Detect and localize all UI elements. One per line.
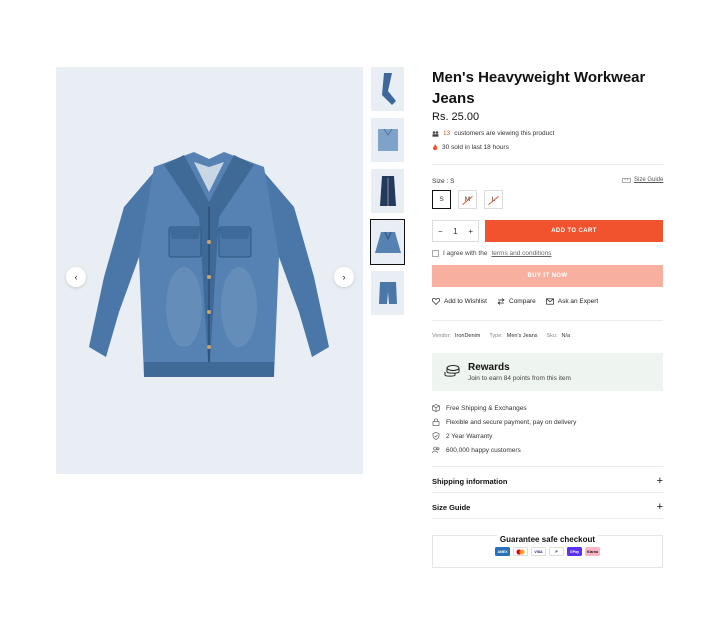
size-guide-link[interactable]: Size Guide (622, 177, 663, 183)
size-option-m[interactable]: M (458, 190, 477, 209)
sold-indicator: 30 sold in last 18 hours (432, 144, 509, 151)
jeans-side-thumb-icon (381, 73, 396, 105)
plus-icon: + (656, 475, 663, 487)
size-option-l[interactable]: L (484, 190, 503, 209)
compare-arrows-icon (497, 298, 505, 305)
payment-methods: AMEX VISA P GPay Klarna (433, 547, 662, 556)
rewards-title: Rewards (468, 362, 510, 373)
viewing-count: 13 (443, 130, 451, 137)
visa-icon: VISA (531, 547, 546, 556)
product-main-image[interactable] (56, 67, 363, 474)
size-label: Size : S (432, 178, 455, 185)
gpay-icon: GPay (567, 547, 582, 556)
rewards-subtitle: Join to earn 84 points from this item (468, 375, 571, 382)
denim-jacket-image (89, 152, 329, 377)
klarna-icon: Klarna (585, 547, 600, 556)
add-to-cart-button[interactable]: ADD TO CART (485, 220, 663, 242)
quantity-stepper: − 1 + (432, 220, 479, 242)
accordion-shipping-information[interactable]: Shipping information + (432, 468, 663, 494)
mail-icon (545, 298, 554, 305)
compare-button[interactable]: Compare (497, 298, 536, 305)
ruler-icon (622, 177, 631, 183)
type-value: Men's Jeans (506, 333, 538, 339)
rewards-banner[interactable]: Rewards Join to earn 84 points from this… (432, 353, 663, 391)
lock-icon (432, 418, 440, 426)
accordion-size-guide[interactable]: Size Guide + (432, 494, 663, 520)
qty-increase-button[interactable]: + (468, 227, 473, 236)
terms-checkbox[interactable] (432, 250, 439, 257)
jacket-folded-thumb-icon (377, 128, 398, 151)
paypal-icon: P (549, 547, 564, 556)
safe-checkout-title: Guarantee safe checkout (433, 535, 662, 544)
gallery-next-button[interactable]: › (334, 267, 354, 287)
amex-icon: AMEX (495, 547, 510, 556)
product-price: Rs. 25.00 (432, 111, 480, 123)
thumbnail-5[interactable] (371, 271, 404, 315)
vendor-value[interactable]: IronDenim (455, 333, 480, 339)
accordion-title: Size Guide (432, 502, 471, 512)
fire-icon (432, 144, 438, 151)
feature-shipping: Free Shipping & Exchanges (432, 404, 527, 412)
qty-decrease-button[interactable]: − (438, 227, 443, 236)
shorts-thumb-icon (378, 282, 397, 304)
users-icon (432, 446, 440, 454)
mastercard-icon (513, 547, 528, 556)
type-row: Type: Men's Jeans (489, 333, 538, 339)
safe-checkout-box: Guarantee safe checkout AMEX VISA P GPay… (432, 535, 663, 568)
vendor-row: Vendor: IronDenim (432, 333, 481, 339)
terms-checkbox-row[interactable]: I agree with the terms and conditions (432, 250, 551, 257)
thumbnail-4[interactable] (370, 219, 405, 265)
divider (432, 518, 663, 519)
feature-customers: 600,000 happy customers (432, 446, 521, 454)
terms-link[interactable]: terms and conditions (491, 250, 551, 257)
terms-text: I agree with the (443, 250, 488, 257)
feature-warranty: 2 Year Warranty (432, 432, 492, 440)
plus-icon: + (656, 501, 663, 513)
thumbnail-1[interactable] (371, 67, 404, 111)
feature-payment: Flexible and secure payment, pay on deli… (432, 418, 576, 426)
product-meta: Vendor: IronDenim Type: Men's Jeans Sku: N/… (432, 333, 570, 339)
coins-icon (444, 365, 460, 377)
viewing-indicator: 13 customers are viewing this product (432, 130, 554, 137)
size-selected-value: S (450, 178, 455, 185)
sku-value: N/a (561, 333, 571, 339)
box-icon (432, 404, 440, 412)
divider (432, 164, 663, 165)
ask-expert-button[interactable]: Ask an Expert (545, 298, 598, 305)
vest-thumb-icon (379, 176, 396, 206)
divider (432, 320, 663, 321)
heart-icon (432, 298, 440, 305)
accordion-title: Shipping information (432, 476, 508, 486)
shield-icon (432, 432, 440, 440)
divider (432, 466, 663, 467)
wishlist-button[interactable]: Add to Wishlist (432, 298, 487, 305)
viewing-text: customers are viewing this product (454, 130, 555, 137)
jacket-thumb-icon (374, 231, 401, 253)
thumbnail-3[interactable] (371, 169, 404, 213)
thumbnail-2[interactable] (371, 118, 404, 162)
sku-row: Sku: N/a (546, 333, 571, 339)
people-icon (432, 130, 439, 137)
gallery-prev-button[interactable]: ‹ (66, 267, 86, 287)
buy-now-button[interactable]: BUY IT NOW (432, 265, 663, 287)
divider (432, 492, 663, 493)
sold-text: 30 sold in last 18 hours (442, 144, 509, 151)
product-title: Men's Heavyweight Workwear Jeans (432, 69, 646, 107)
qty-value[interactable]: 1 (453, 227, 457, 236)
size-option-s[interactable]: S (432, 190, 451, 209)
product-actions: Add to Wishlist Compare Ask an Expert (432, 298, 598, 305)
